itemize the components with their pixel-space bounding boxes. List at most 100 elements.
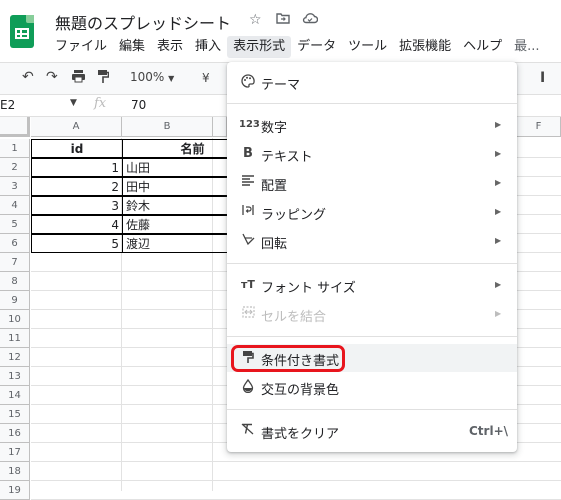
row-header[interactable]: 12: [0, 348, 30, 367]
menu-item-clear-formatting[interactable]: 書式をクリア Ctrl+\: [227, 417, 517, 445]
menu-item-alternating-colors[interactable]: 交互の背景色: [227, 373, 517, 401]
menu-item-text-label: テキスト: [261, 150, 313, 165]
menu-item-wrap[interactable]: ラッピング ▶: [227, 198, 517, 226]
menu-item-clear-formatting-label: 書式をクリア: [261, 427, 340, 442]
row-header[interactable]: 8: [0, 272, 30, 291]
cell-name[interactable]: 田中: [122, 177, 228, 196]
paint-format-icon[interactable]: [97, 69, 110, 88]
menu-insert[interactable]: 挿入: [189, 36, 227, 58]
formula-input[interactable]: 70: [131, 98, 146, 112]
menu-bar: ファイル 編集 表示 挿入 表示形式 データ ツール 拡張機能 ヘルプ 最...: [49, 36, 546, 58]
row-header[interactable]: 7: [0, 253, 30, 272]
bold-text-icon: B: [243, 146, 253, 161]
gridline: [31, 480, 561, 481]
menu-help[interactable]: ヘルプ: [457, 36, 508, 58]
menu-view[interactable]: 表示: [151, 36, 189, 58]
cell-name[interactable]: 佐藤: [122, 215, 228, 234]
menu-item-merge-cells[interactable]: セルを結合 ▶: [227, 300, 517, 328]
document-title[interactable]: 無題のスプレッドシート: [55, 10, 231, 34]
cell-id[interactable]: 2: [31, 177, 123, 196]
palette-icon: [239, 74, 257, 90]
cell-id[interactable]: 1: [31, 158, 123, 177]
row-header[interactable]: 9: [0, 291, 30, 310]
menu-item-font-size[interactable]: тT フォント サイズ ▶: [227, 271, 517, 299]
row-header[interactable]: 6: [0, 234, 30, 253]
menu-format[interactable]: 表示形式: [227, 36, 292, 58]
row-header[interactable]: 3: [0, 177, 30, 196]
cloud-status-icon[interactable]: [302, 12, 319, 28]
cell-id[interactable]: 3: [31, 196, 123, 215]
text-rotate-icon: [239, 233, 257, 249]
menu-extensions[interactable]: 拡張機能: [393, 36, 457, 58]
shortcut-text: Ctrl+\: [469, 424, 509, 438]
menu-item-rotate[interactable]: 回転 ▶: [227, 227, 517, 255]
menu-item-rotate-label: 回転: [261, 237, 288, 252]
submenu-arrow-icon: ▶: [495, 280, 502, 289]
menu-item-alternating-colors-label: 交互の背景色: [261, 383, 340, 398]
cell-name[interactable]: 渡辺: [122, 234, 228, 253]
column-header-a[interactable]: A: [31, 117, 122, 137]
submenu-arrow-icon: ▶: [495, 309, 502, 318]
currency-format-button[interactable]: ¥: [202, 71, 210, 85]
bold-button[interactable]: I: [540, 70, 545, 86]
row-header[interactable]: 13: [0, 367, 30, 386]
menu-item-align-label: 配置: [261, 179, 288, 194]
row-header[interactable]: 17: [0, 443, 30, 462]
column-header-f[interactable]: F: [517, 117, 561, 137]
menu-divider: [227, 263, 517, 264]
menu-item-number[interactable]: 123 数字 ▶: [227, 111, 517, 139]
print-icon[interactable]: [71, 69, 86, 87]
gridline: [31, 461, 561, 462]
menu-tools[interactable]: ツール: [342, 36, 393, 58]
font-size-icon: тT: [241, 278, 255, 291]
text-wrap-icon: [239, 204, 257, 220]
menu-item-theme[interactable]: テーマ: [227, 68, 517, 96]
row-header[interactable]: 5: [0, 215, 30, 234]
menu-item-number-label: 数字: [261, 121, 288, 136]
zoom-select[interactable]: 100% ▼: [130, 70, 174, 84]
redo-icon[interactable]: ↷: [46, 69, 58, 85]
fx-icon: fx: [94, 96, 107, 111]
number-format-icon: 123: [239, 119, 260, 130]
cell-header-name[interactable]: 名前: [122, 139, 228, 158]
row-header[interactable]: 16: [0, 424, 30, 443]
select-all-corner[interactable]: [0, 117, 30, 137]
chevron-down-icon[interactable]: ▼: [70, 98, 77, 108]
cell-name[interactable]: 山田: [122, 158, 228, 177]
row-header[interactable]: 2: [0, 158, 30, 177]
row-header[interactable]: 11: [0, 329, 30, 348]
star-icon[interactable]: ☆: [249, 12, 262, 28]
align-left-icon: [239, 175, 257, 191]
undo-icon[interactable]: ↶: [22, 69, 34, 85]
menu-item-wrap-label: ラッピング: [261, 208, 327, 223]
column-header-c[interactable]: [213, 117, 227, 137]
row-header[interactable]: 10: [0, 310, 30, 329]
menu-item-font-size-label: フォント サイズ: [261, 281, 356, 296]
submenu-arrow-icon: ▶: [495, 207, 502, 216]
row-header[interactable]: 14: [0, 386, 30, 405]
menu-item-text[interactable]: B テキスト ▶: [227, 140, 517, 168]
format-menu: テーマ 123 数字 ▶ B テキスト ▶ 配置 ▶ ラッピング ▶ 回転 ▶ …: [227, 62, 517, 452]
column-header-b[interactable]: B: [122, 117, 213, 137]
menu-edit[interactable]: 編集: [113, 36, 151, 58]
row-header[interactable]: 18: [0, 462, 30, 481]
menu-last-edit[interactable]: 最...: [508, 36, 545, 58]
cell-id[interactable]: 4: [31, 215, 123, 234]
cell-name[interactable]: 鈴木: [122, 196, 228, 215]
cell-header-id[interactable]: id: [31, 139, 123, 158]
menu-item-align[interactable]: 配置 ▶: [227, 169, 517, 197]
move-folder-icon[interactable]: [276, 12, 290, 28]
row-header[interactable]: 15: [0, 405, 30, 424]
menu-file[interactable]: ファイル: [49, 36, 113, 58]
row-header[interactable]: 4: [0, 196, 30, 215]
cell-id[interactable]: 5: [31, 234, 123, 253]
fill-drop-icon: [239, 378, 257, 395]
menu-divider: [227, 336, 517, 337]
menu-data[interactable]: データ: [291, 36, 342, 58]
sheets-logo-icon[interactable]: [10, 15, 34, 48]
submenu-arrow-icon: ▶: [495, 178, 502, 187]
name-box[interactable]: E2: [0, 98, 15, 112]
clear-format-icon: [239, 423, 257, 439]
chevron-down-icon: ▼: [168, 74, 175, 83]
row-header[interactable]: 1: [0, 139, 30, 158]
